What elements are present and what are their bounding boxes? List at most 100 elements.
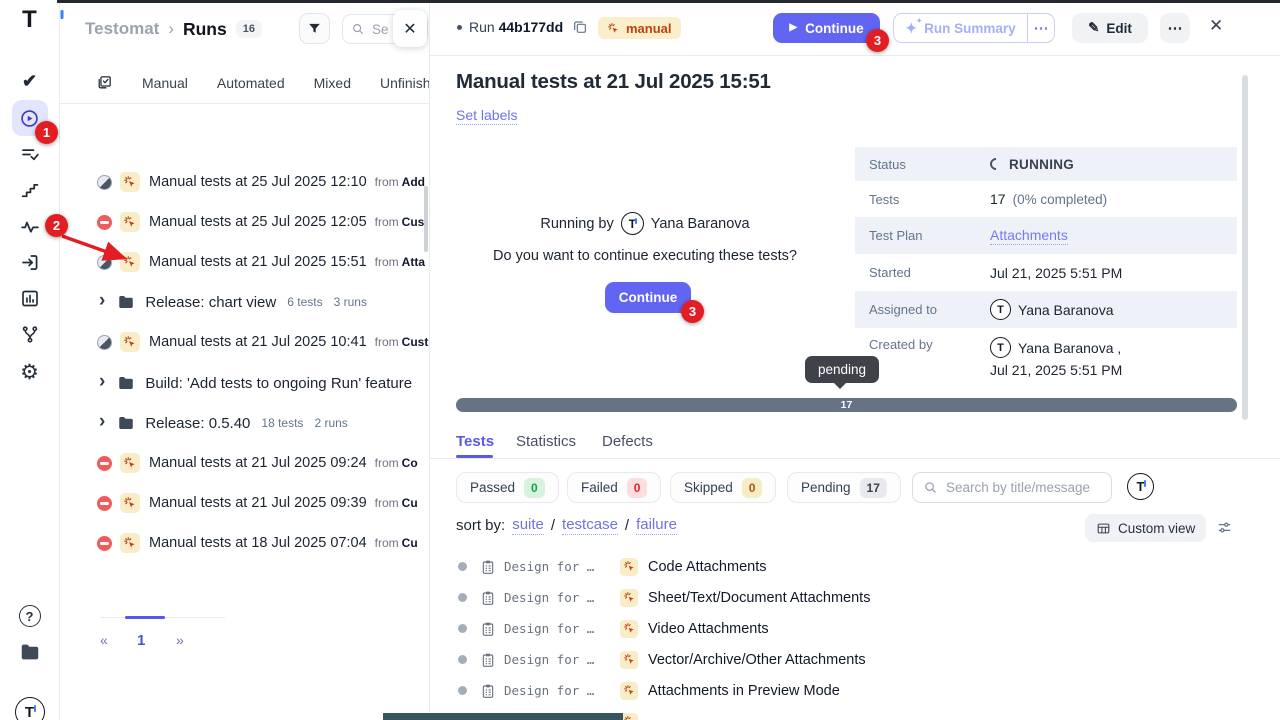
folder-list-item[interactable]: › Release: 0.5.40 18 tests 2 runs <box>60 403 430 443</box>
sidebar-testcases-icon[interactable]: ✔ <box>22 71 37 92</box>
test-title: Video Attachments <box>648 621 769 637</box>
breadcrumb-app[interactable]: Testomat <box>85 19 159 39</box>
status-stopped-icon <box>97 496 112 511</box>
test-row[interactable]: Design for … Code Attachments <box>430 551 1230 582</box>
test-title: Code Attachments <box>648 559 767 575</box>
tests-search-box[interactable] <box>912 472 1112 503</box>
tab-defects[interactable]: Defects <box>602 433 653 450</box>
run-title: Manual tests at 21 Jul 2025 09:39 <box>149 495 367 511</box>
test-status-dot <box>458 593 467 602</box>
run-list-item[interactable]: Manual tests at 25 Jul 2025 12:10 fromAd… <box>60 162 430 202</box>
copy-icon[interactable] <box>572 19 588 35</box>
run-list-item[interactable]: Manual tests at 18 Jul 2025 07:04 fromCu <box>60 523 430 563</box>
continue-button[interactable]: ▶Continue <box>773 13 880 43</box>
help-icon[interactable]: ? <box>19 605 41 627</box>
page-title: Runs <box>183 19 227 40</box>
more-actions-button[interactable]: ⋯ <box>1160 13 1190 43</box>
filter-passed[interactable]: Passed0 <box>456 472 559 503</box>
info-row-tests: Tests 17(0% completed) <box>855 181 1237 217</box>
run-status-dot <box>457 25 462 30</box>
pagination-next[interactable]: » <box>176 632 184 648</box>
tab-statistics[interactable]: Statistics <box>516 433 576 450</box>
sort-suite-link[interactable]: suite <box>512 516 544 535</box>
sidebar-import-icon[interactable] <box>19 252 40 273</box>
test-row[interactable]: Design for … Video Attachments <box>430 613 1230 644</box>
pagination-active-indicator <box>125 616 165 619</box>
pagination-prev[interactable]: « <box>100 632 108 648</box>
progress-bar[interactable]: 17 <box>456 398 1237 412</box>
sort-testcase-link[interactable]: testcase <box>562 516 618 535</box>
sort-separator: / <box>625 517 629 534</box>
run-title-heading: Manual tests at 21 Jul 2025 15:51 <box>456 70 771 94</box>
test-plan-link[interactable]: Attachments <box>990 227 1068 245</box>
sidebar-analytics-icon[interactable] <box>19 288 40 309</box>
chevron-right-icon[interactable]: › <box>99 291 105 310</box>
top-edge-strip <box>57 0 1280 3</box>
runs-scrollbar[interactable] <box>424 186 428 252</box>
tests-completed: (0% completed) <box>1013 192 1108 207</box>
assignee-filter-avatar[interactable]: T <box>1127 473 1154 500</box>
run-list-item[interactable]: Manual tests at 21 Jul 2025 10:41 fromCu… <box>60 322 430 362</box>
sidebar-branches-icon[interactable] <box>19 324 40 345</box>
projects-folder-icon[interactable] <box>19 641 41 663</box>
test-title: Sheet/Text/Document Attachments <box>648 590 870 606</box>
filter-failed[interactable]: Failed0 <box>567 472 661 503</box>
app-logo[interactable]: T <box>0 8 59 32</box>
run-list-item[interactable]: Manual tests at 21 Jul 2025 09:39 fromCu <box>60 483 430 523</box>
folder-list-item[interactable]: › Build: 'Add tests to ongoing Run' feat… <box>60 363 430 403</box>
set-labels-link[interactable]: Set labels <box>456 107 517 125</box>
profile-avatar[interactable]: T <box>15 697 45 720</box>
sidebar-plans-icon[interactable] <box>19 144 40 165</box>
folder-icon <box>117 293 135 311</box>
table-icon <box>1096 521 1111 536</box>
test-status-dot <box>458 624 467 633</box>
folder-list-item[interactable]: › Release: chart view 6 tests 3 runs <box>60 282 430 322</box>
tab-automated[interactable]: Automated <box>217 75 285 91</box>
detail-scrollbar[interactable] <box>1242 75 1248 420</box>
tab-mixed[interactable]: Mixed <box>314 75 351 91</box>
filter-skipped[interactable]: Skipped0 <box>670 472 776 503</box>
info-row-status: Status RUNNING <box>855 147 1237 181</box>
chevron-right-icon[interactable]: › <box>99 372 105 391</box>
sidebar-steps-icon[interactable] <box>19 180 40 201</box>
close-icon: ✕ <box>403 19 416 39</box>
folder-runs-count: 2 runs <box>314 416 347 430</box>
run-list-item[interactable]: Manual tests at 21 Jul 2025 09:24 fromCo <box>60 443 430 483</box>
pulse-icon <box>19 216 40 237</box>
info-row-testplan: Test Plan Attachments <box>855 217 1237 254</box>
manual-icon <box>607 22 620 35</box>
test-row[interactable]: Design for … Vector/Archive/Other Attach… <box>430 644 1230 675</box>
filter-button[interactable] <box>299 13 330 44</box>
user-avatar: T <box>990 337 1011 358</box>
tests-search-input[interactable] <box>944 479 1101 496</box>
test-row[interactable]: Design for … Sheet/Text/Document Attachm… <box>430 582 1230 613</box>
tab-tests[interactable]: Tests <box>456 433 494 450</box>
user-avatar: T <box>990 299 1011 320</box>
filter-pending[interactable]: Pending17 <box>787 472 901 503</box>
manual-run-icon <box>120 493 140 513</box>
sidebar-activity-icon[interactable] <box>19 216 40 237</box>
logo-accent <box>60 10 63 19</box>
tab-unfinished[interactable]: Unfinished <box>380 75 430 91</box>
custom-view-button[interactable]: Custom view <box>1085 514 1206 542</box>
close-panel-button[interactable]: ✕ <box>1209 17 1223 34</box>
run-summary-more-button[interactable]: ⋯ <box>1028 14 1054 42</box>
annotation-badge-3b: 3 <box>681 300 704 323</box>
continue-button-inline[interactable]: Continue <box>605 282 691 313</box>
tests-count: 17 <box>990 191 1006 207</box>
edit-button[interactable]: ✎Edit <box>1072 13 1148 43</box>
box-arrow-icon <box>19 252 40 273</box>
failed-count-badge: 0 <box>627 478 648 498</box>
pagination-page-1[interactable]: 1 <box>137 632 145 649</box>
clear-search-button[interactable]: ✕ <box>393 10 427 47</box>
view-settings-icon[interactable] <box>1216 519 1233 536</box>
run-source: fromCus <box>375 215 425 229</box>
run-summary-button[interactable]: ✦✦Run Summary ⋯ <box>893 13 1055 43</box>
select-runs-icon[interactable] <box>96 74 113 91</box>
sort-failure-link[interactable]: failure <box>636 516 677 535</box>
sidebar-settings-icon[interactable]: ⚙ <box>20 360 39 385</box>
chevron-right-icon[interactable]: › <box>99 412 105 431</box>
tab-manual[interactable]: Manual <box>142 75 188 91</box>
test-row[interactable]: Design for … Attachments in Preview Mode <box>430 675 1230 706</box>
manual-test-icon <box>620 620 638 638</box>
